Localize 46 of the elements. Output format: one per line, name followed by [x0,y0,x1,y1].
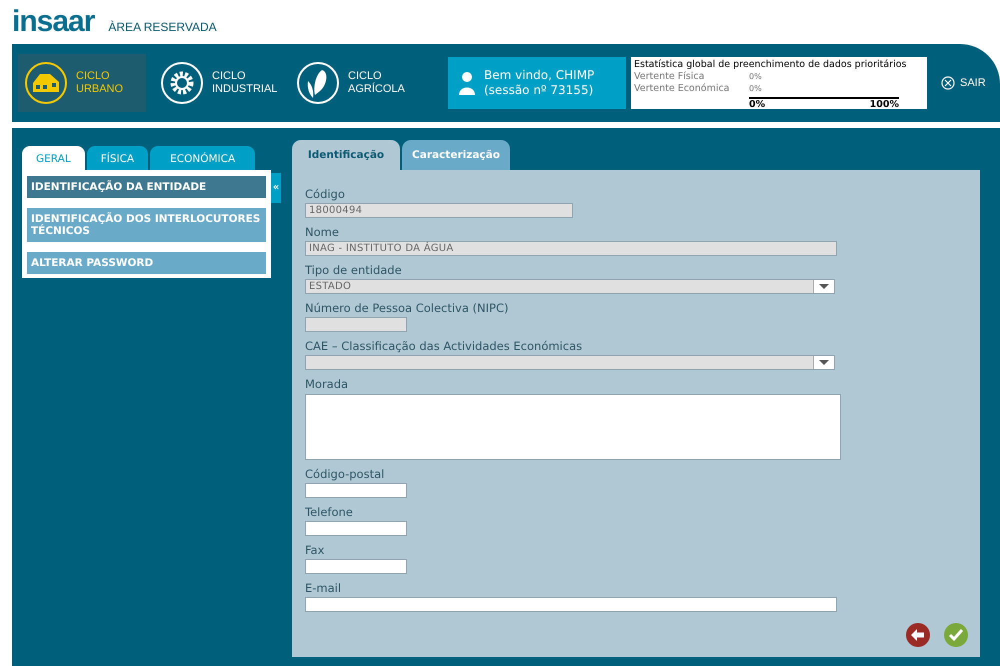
user-icon [458,71,476,95]
form-tab[interactable]: Identificação [292,140,400,170]
textarea-field[interactable] [305,394,841,460]
field-label: Nome [305,224,340,241]
insaar-logo: insaar [12,4,94,40]
house-icon [24,61,68,105]
area-title: ÀREA RESERVADA [108,20,217,34]
stats-reading: 0% [749,71,762,83]
field-label: Código-postal [305,466,386,483]
field-label: Morada [305,376,350,393]
menu-item[interactable]: IDENTIFICAÇÃO DA ENTIDADE [27,176,266,198]
input-field[interactable] [305,483,407,498]
caret-icon [813,280,834,293]
menu-item[interactable]: IDENTIFICAÇÃO DOS INTERLOCUTORES TÉCNICOS [27,208,266,242]
field-label: CAE – Classificação das Actividades Económicas [305,338,584,355]
section-tab[interactable]: ECONÓMICA [150,146,256,170]
stats-label: Vertente Física [634,71,706,83]
confirm-button[interactable] [944,623,968,647]
logout-button[interactable]: SAIR [941,76,986,90]
cycle-tab[interactable]: CICLO URBANO [18,54,146,112]
cycle-tab[interactable]: CICLO AGRÍCOLA [290,54,418,112]
close-icon [941,76,955,90]
field-label: Telefone [305,504,354,521]
scale-label: 100% [870,99,899,111]
field-label: Código [305,186,346,203]
stats-reading: 0% [749,83,762,95]
field-label: Número de Pessoa Colectiva (NIPC) [305,300,510,317]
form-tab[interactable]: Caracterização [402,140,510,170]
scale-label: 0% [749,99,766,111]
field-label: Fax [305,542,326,559]
section-tab[interactable]: FÍSICA [86,146,148,170]
gear-icon [160,61,204,105]
field-label: Tipo de entidade [305,262,403,279]
input-field[interactable] [305,521,407,536]
cycle-tab[interactable]: CICLO INDUSTRIAL [154,54,282,112]
input-field[interactable] [305,597,837,612]
section-tab[interactable]: GERAL [22,146,85,170]
menu-item[interactable]: ALTERAR PASSWORD [27,252,266,274]
field-label: E-mail [305,580,342,597]
collapse-button[interactable]: « [271,173,281,203]
input-field[interactable] [305,559,407,574]
caret-icon [813,356,834,369]
back-button[interactable] [906,623,930,647]
stats-title: Estatística global de preenchimento de dados prioritários [634,59,908,71]
stats-label: Vertente Económica [634,83,731,95]
welcome-box: Bem vindo, CHIMP (sessão nº 73155) [448,57,626,109]
